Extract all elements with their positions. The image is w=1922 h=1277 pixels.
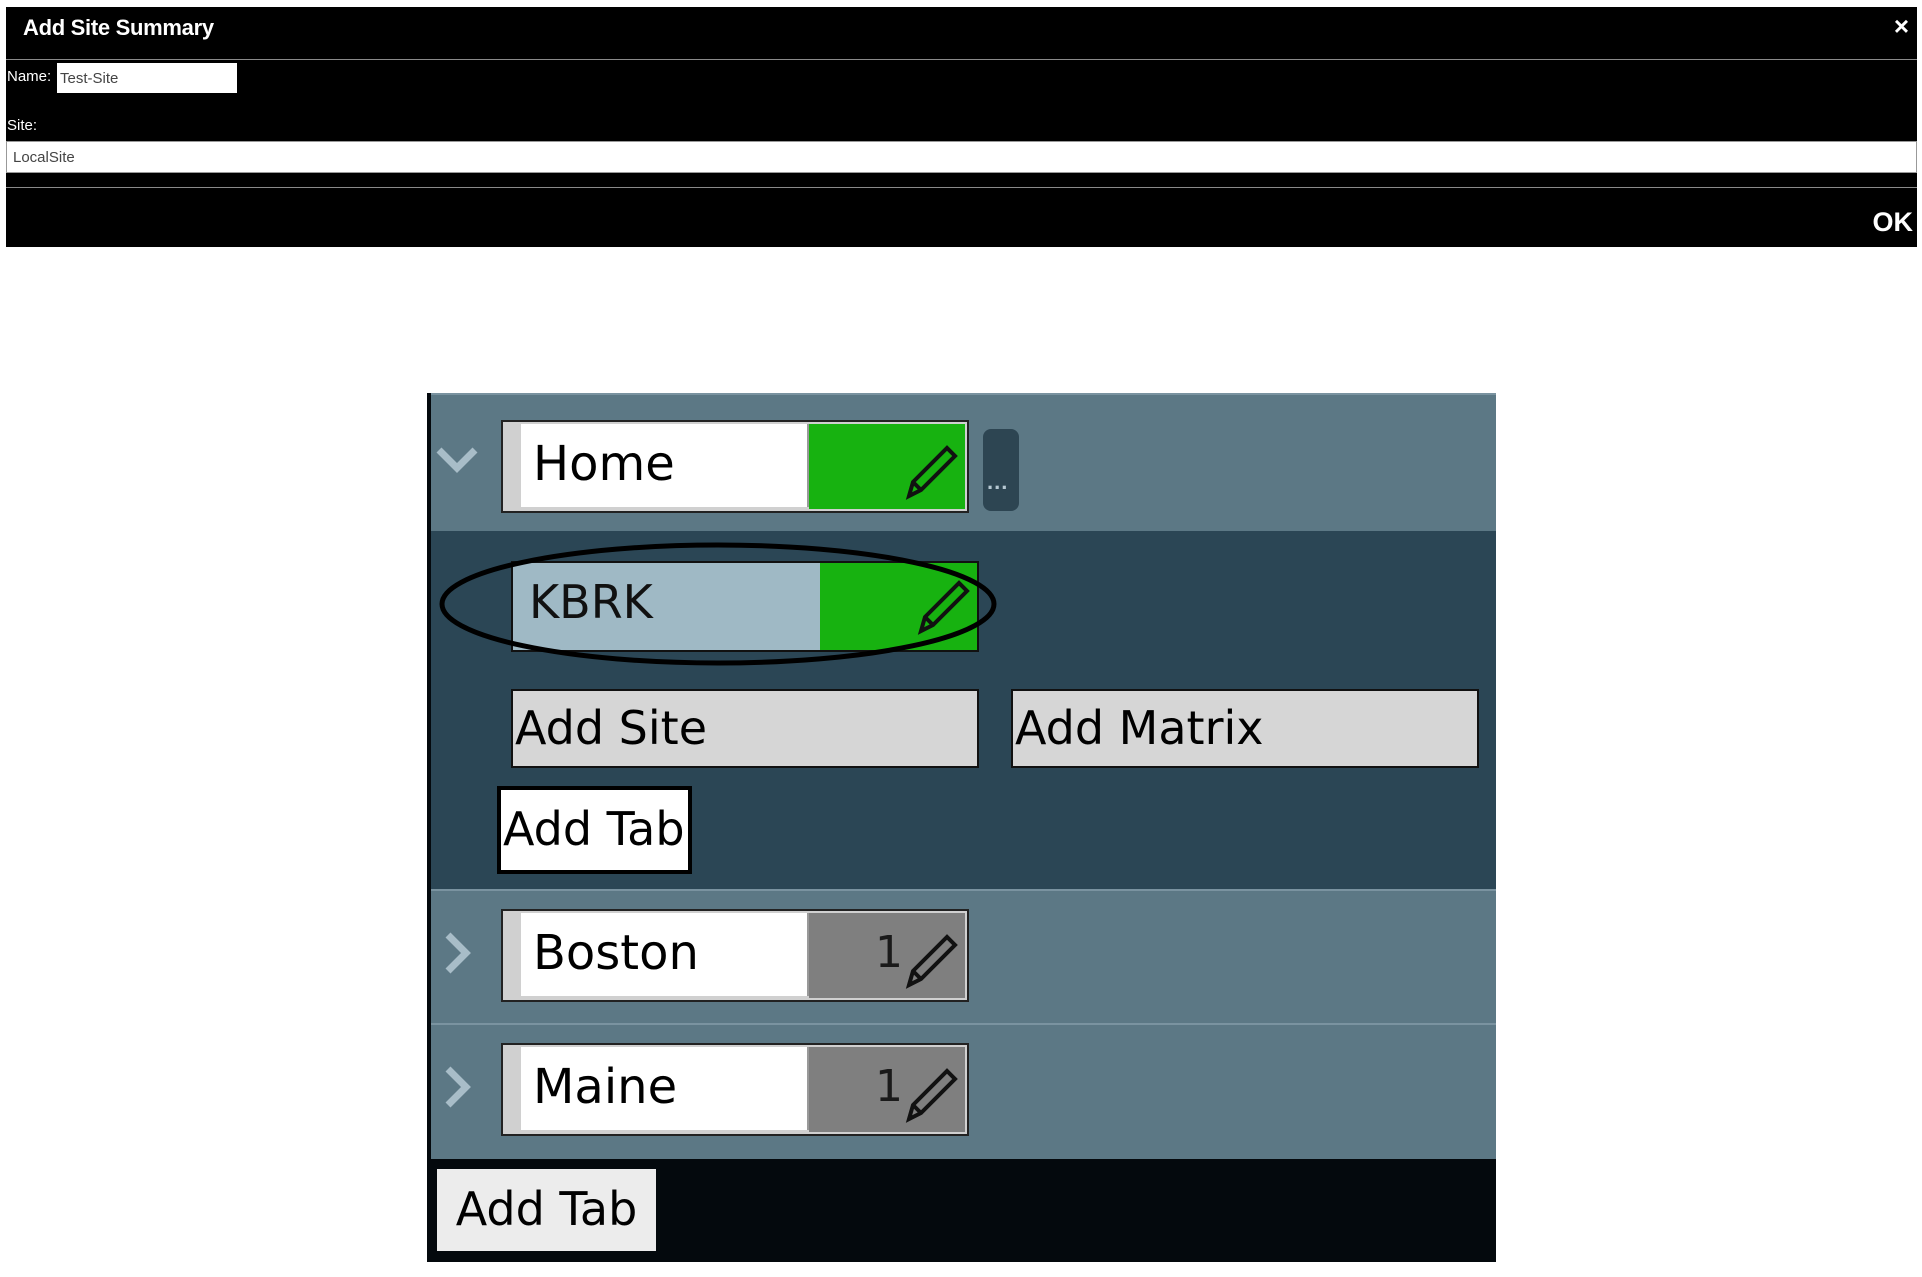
label-area: Boston	[521, 913, 809, 996]
close-icon[interactable]: ×	[1894, 13, 1909, 39]
boston-tab-name[interactable]: Boston 1	[501, 909, 969, 1002]
site-count: 1	[875, 1061, 903, 1112]
divider	[6, 59, 1917, 60]
tree-row-maine: Maine 1	[431, 1023, 1496, 1159]
add-site-button[interactable]: Add Site	[511, 689, 979, 768]
tree-row-home: Home ...	[431, 393, 1496, 531]
tree-row-boston: Boston 1	[431, 889, 1496, 1023]
chevron-down-icon[interactable]	[433, 435, 481, 483]
name-label: Name:	[7, 68, 52, 85]
maine-tab-name[interactable]: Maine 1	[501, 1043, 969, 1136]
chevron-right-icon[interactable]	[433, 1063, 481, 1111]
chevron-right-icon[interactable]	[433, 929, 481, 977]
status-indicator: 1	[809, 1047, 965, 1132]
divider	[6, 187, 1917, 188]
ok-button[interactable]: OK	[1873, 207, 1914, 238]
home-children-area: KBRK Add Site Add Matrix Add Tab	[431, 531, 1496, 889]
add-site-summary-dialog: Add Site Summary × Name: Site: OK	[6, 7, 1917, 247]
site-label: Site:	[7, 117, 38, 134]
more-options-button[interactable]: ...	[983, 429, 1019, 511]
site-kbrk[interactable]: KBRK	[511, 561, 979, 652]
pencil-icon[interactable]	[903, 1065, 961, 1125]
label-area: Home	[521, 424, 809, 507]
maine-label: Maine	[533, 1059, 678, 1115]
home-tab-name[interactable]: Home	[501, 420, 969, 513]
site-field[interactable]	[6, 141, 1917, 173]
home-label: Home	[533, 436, 675, 492]
boston-label: Boston	[533, 925, 699, 981]
pencil-icon[interactable]	[915, 577, 973, 637]
status-indicator: 1	[809, 913, 965, 998]
pencil-icon[interactable]	[903, 931, 961, 991]
name-field[interactable]	[57, 63, 237, 93]
label-area: Maine	[521, 1047, 809, 1130]
status-indicator	[820, 563, 977, 650]
add-tab-root-button[interactable]: Add Tab	[437, 1169, 656, 1251]
site-label: KBRK	[529, 575, 653, 629]
status-indicator	[809, 424, 965, 509]
pencil-icon[interactable]	[903, 442, 961, 502]
site-count: 1	[875, 927, 903, 978]
dialog-title: Add Site Summary	[23, 15, 214, 40]
add-matrix-button[interactable]: Add Matrix	[1011, 689, 1479, 768]
more-label: ...	[987, 469, 1009, 494]
site-tree-panel: Home ... KBRK Add Site Add Matrix Add Ta…	[427, 393, 1496, 1262]
add-tab-button[interactable]: Add Tab	[497, 786, 692, 874]
